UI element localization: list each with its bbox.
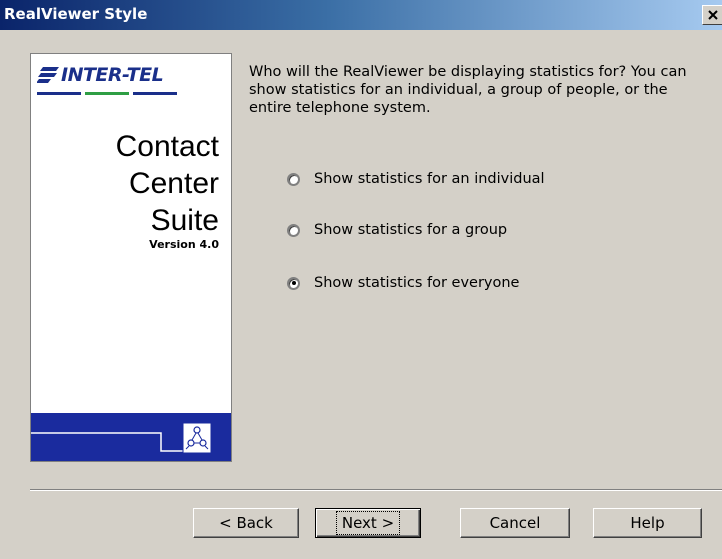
radio-label[interactable]: Show statistics for a group [314, 222, 507, 238]
side-panel: INTER-TEL Contact Center Suite Version 4… [30, 53, 232, 462]
title-bar: RealViewer Style [0, 0, 722, 30]
logo-underline-icon [37, 92, 177, 95]
brand-title: Contact Center Suite [116, 128, 219, 239]
brand-line: Center [128, 167, 219, 200]
help-button-label: Help [630, 514, 665, 532]
radio-everyone[interactable]: Show statistics for everyone [287, 275, 519, 291]
radio-label[interactable]: Show statistics for everyone [314, 275, 519, 291]
radio-individual[interactable]: Show statistics for an individual [287, 171, 545, 187]
window-title: RealViewer Style [4, 5, 148, 23]
question-text: Who will the RealViewer be displaying st… [249, 64, 687, 116]
radio-button-selected[interactable] [287, 276, 300, 290]
logo-text: INTER-TEL [61, 64, 164, 86]
next-button[interactable]: Next > [315, 508, 421, 538]
brand-line: Suite [150, 204, 219, 237]
radio-button[interactable] [287, 223, 300, 237]
radio-group[interactable]: Show statistics for a group [287, 222, 507, 238]
radio-button[interactable] [287, 172, 300, 186]
next-button-label: Next > [335, 511, 401, 535]
separator [30, 489, 722, 491]
back-button-label: < Back [219, 514, 273, 532]
version-label: Version 4.0 [149, 238, 219, 251]
cancel-button[interactable]: Cancel [460, 508, 570, 538]
close-icon [708, 10, 718, 20]
help-button[interactable]: Help [593, 508, 702, 538]
network-graphic-icon [31, 422, 212, 454]
panel-footer-band [31, 413, 231, 461]
close-button[interactable] [702, 5, 722, 25]
cancel-button-label: Cancel [489, 514, 541, 532]
logo-mark-icon [37, 67, 59, 83]
radio-label[interactable]: Show statistics for an individual [314, 171, 545, 187]
back-button[interactable]: < Back [193, 508, 299, 538]
brand-line: Contact [115, 130, 219, 163]
